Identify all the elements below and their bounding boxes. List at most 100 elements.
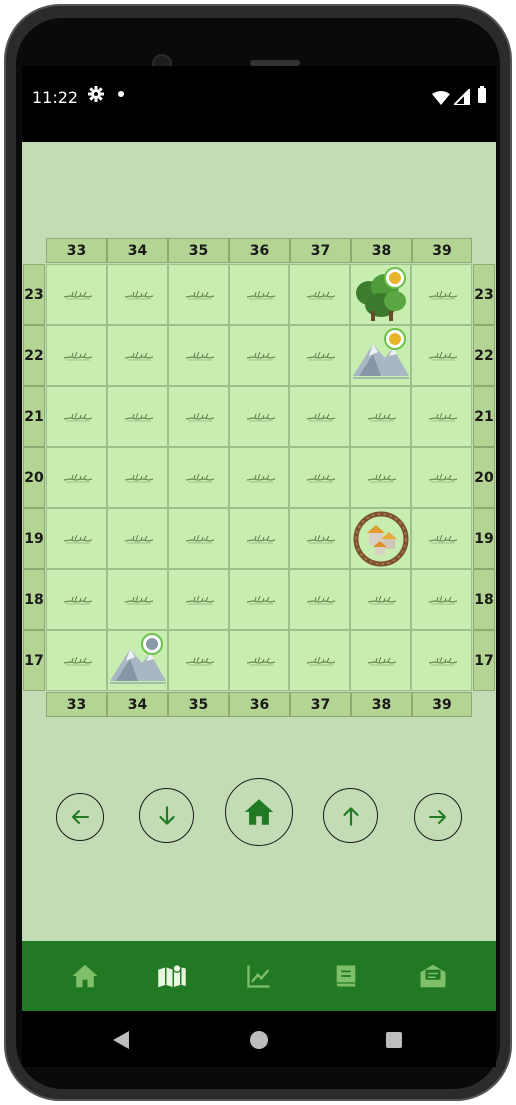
map-tile[interactable] [289,447,351,508]
grass-icon [307,473,336,483]
recents-icon[interactable] [386,1032,402,1048]
map-tile[interactable] [106,569,168,630]
map-tile[interactable] [46,630,107,691]
tab-stats[interactable] [239,956,279,996]
move-left-button[interactable] [56,793,104,841]
row-label: 18 [23,569,45,630]
grass-icon [124,595,153,605]
grass-icon [246,290,275,300]
grass-icon [185,656,214,666]
map-tile[interactable] [350,264,412,325]
map-tile[interactable] [411,569,472,630]
row-label: 21 [473,386,495,447]
map-tile[interactable] [411,325,472,386]
grass-icon [429,595,458,605]
grass-icon [63,534,93,544]
column-label: 36 [229,692,290,717]
map-tile[interactable] [289,630,351,691]
map-tile[interactable] [289,264,351,325]
tab-mail[interactable] [413,956,453,996]
map-tile[interactable] [289,569,351,630]
row-label: 20 [473,447,495,508]
map-tile[interactable] [350,508,412,569]
grass-icon [185,595,214,605]
map-tile[interactable] [106,386,168,447]
grass-icon [429,290,458,300]
map-tile[interactable] [46,325,107,386]
map-tile[interactable] [46,386,107,447]
resource-badge-stone-icon [140,633,163,655]
grass-icon [429,412,458,422]
map-tile[interactable] [350,630,412,691]
grass-icon [124,412,153,422]
arrow-left-icon [72,810,89,824]
move-right-button[interactable] [414,793,462,841]
grass-icon [307,595,336,605]
map-tile[interactable] [46,569,107,630]
tab-map[interactable] [152,956,192,996]
map-tile[interactable] [106,447,168,508]
map-tile[interactable] [46,447,107,508]
map-tile[interactable] [289,325,351,386]
tab-book[interactable] [326,956,366,996]
grass-icon [63,595,93,605]
map-tile[interactable] [106,508,168,569]
map-grid [46,264,472,691]
map-tile[interactable] [289,508,351,569]
map-tile[interactable] [411,386,472,447]
move-down-button[interactable] [139,788,194,843]
settlement-icon [353,511,409,567]
map-tile[interactable] [411,508,472,569]
map-tile[interactable] [228,508,290,569]
map-tile[interactable] [228,386,290,447]
home-center-button[interactable] [225,778,293,846]
map-tile[interactable] [411,447,472,508]
map-tile[interactable] [228,264,290,325]
map-tile[interactable] [46,264,107,325]
grass-icon [368,656,397,666]
row-label: 20 [23,447,45,508]
map-tile[interactable] [167,264,229,325]
row-label: 21 [23,386,45,447]
map-tile[interactable] [167,386,229,447]
map-tile[interactable] [106,630,168,691]
grass-icon [246,412,275,422]
arrow-up-icon [342,806,359,826]
map-tile[interactable] [411,264,472,325]
grass-icon [368,473,397,483]
map-tile[interactable] [106,264,168,325]
stats-chart-icon [247,965,270,988]
grass-icon [368,595,397,605]
column-label: 39 [412,238,472,263]
map-tile[interactable] [350,447,412,508]
map-tile[interactable] [167,569,229,630]
map-tile[interactable] [167,447,229,508]
map-tile[interactable] [106,325,168,386]
map-tile[interactable] [289,386,351,447]
row-label: 22 [23,325,45,386]
resource-badge-gold-icon [384,328,407,350]
map-tile[interactable] [350,569,412,630]
map-tile[interactable] [228,569,290,630]
map-tile[interactable] [167,508,229,569]
row-label: 22 [473,325,495,386]
grass-icon [124,534,153,544]
map-tile[interactable] [167,630,229,691]
map-tile[interactable] [228,447,290,508]
tab-home[interactable] [65,956,105,996]
gear-icon [88,86,104,107]
map-tile[interactable] [350,386,412,447]
map-tile[interactable] [411,630,472,691]
grass-icon [246,473,275,483]
move-up-button[interactable] [323,788,378,843]
map-tile[interactable] [228,325,290,386]
back-icon[interactable] [113,1031,129,1049]
map-tile[interactable] [46,508,107,569]
map-icon [158,964,186,988]
map-tile[interactable] [350,325,412,386]
map-tile[interactable] [167,325,229,386]
map-tile[interactable] [228,630,290,691]
grass-icon [246,595,275,605]
home-system-icon[interactable] [250,1031,268,1049]
row-label: 19 [23,508,45,569]
